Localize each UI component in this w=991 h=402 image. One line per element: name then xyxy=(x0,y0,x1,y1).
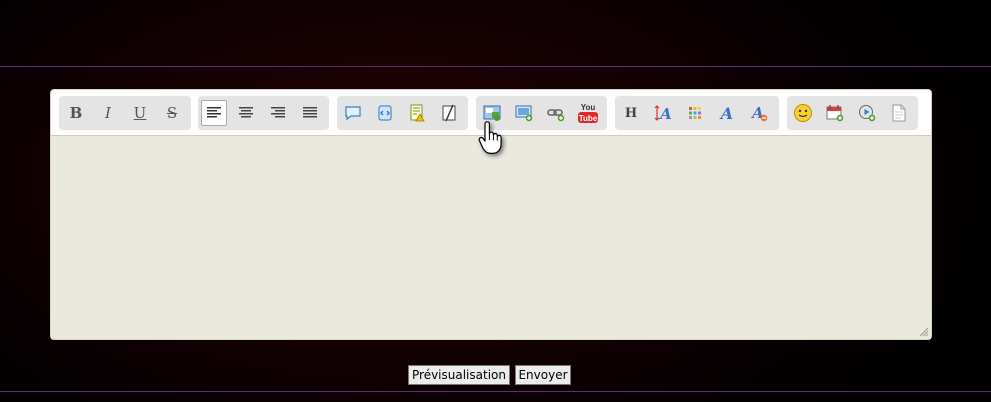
source-mode-button[interactable] xyxy=(886,100,912,126)
youtube-icon: You Tube xyxy=(578,103,598,123)
quote-button[interactable] xyxy=(340,100,366,126)
insert-media-button[interactable] xyxy=(854,100,880,126)
toolbar-group-blocks xyxy=(337,96,468,130)
image-icon xyxy=(483,105,501,121)
warning-note-icon xyxy=(410,104,425,122)
underline-icon: U xyxy=(133,104,147,122)
editor-toolbar: B I U S You Tube H A A A xyxy=(51,90,931,136)
code-scroll-icon xyxy=(378,105,392,121)
spoiler-button[interactable] xyxy=(404,100,430,126)
align-center-button[interactable] xyxy=(233,100,259,126)
send-button[interactable]: Envoyer xyxy=(515,365,571,385)
font-size-button[interactable]: A xyxy=(650,100,676,126)
preview-button[interactable]: Prévisualisation xyxy=(408,365,510,385)
insert-date-button[interactable] xyxy=(822,100,848,126)
host-image-button[interactable] xyxy=(511,100,537,126)
code-button[interactable] xyxy=(372,100,398,126)
color-palette-icon xyxy=(689,107,701,119)
align-left-button[interactable] xyxy=(201,100,227,126)
toolbar-group-misc xyxy=(787,96,918,130)
resize-grip-icon[interactable] xyxy=(919,327,929,337)
align-right-icon xyxy=(271,107,285,118)
insert-link-button[interactable] xyxy=(543,100,569,126)
message-textarea[interactable] xyxy=(51,136,931,339)
smiley-icon xyxy=(794,104,812,122)
hidden-page-icon xyxy=(442,104,456,122)
svg-text:A: A xyxy=(719,104,733,122)
italic-button[interactable]: I xyxy=(95,100,121,126)
toolbar-group-format: B I U S xyxy=(59,96,191,130)
document-icon xyxy=(892,104,906,122)
heading-icon: H xyxy=(624,105,638,121)
bold-button[interactable]: B xyxy=(63,100,89,126)
chain-link-icon xyxy=(547,109,565,122)
calendar-add-icon xyxy=(826,105,844,122)
font-color-button[interactable] xyxy=(682,100,708,126)
media-add-icon xyxy=(859,105,876,122)
strikethrough-button[interactable]: S xyxy=(159,100,185,126)
remove-format-button[interactable]: A xyxy=(746,100,772,126)
youtube-logo-you: You xyxy=(581,103,596,112)
youtube-logo-tube: Tube xyxy=(579,114,598,123)
svg-text:A: A xyxy=(658,105,672,122)
bold-icon: B xyxy=(69,104,83,122)
align-justify-icon xyxy=(303,107,317,118)
italic-icon: I xyxy=(105,104,111,122)
underline-button[interactable]: U xyxy=(127,100,153,126)
font-face-icon: A xyxy=(719,104,733,122)
remove-font-icon: A xyxy=(750,104,768,122)
align-justify-button[interactable] xyxy=(297,100,323,126)
align-right-button[interactable] xyxy=(265,100,291,126)
rich-text-editor: B I U S You Tube H A A A xyxy=(50,89,932,340)
toolbar-group-align xyxy=(198,96,329,130)
speech-bubble-icon xyxy=(345,106,361,121)
divider-bottom xyxy=(0,391,991,392)
font-face-button[interactable]: A xyxy=(714,100,740,126)
align-left-icon xyxy=(207,107,221,118)
align-center-icon xyxy=(239,107,253,118)
toolbar-group-media: You Tube xyxy=(476,96,607,130)
youtube-button[interactable]: You Tube xyxy=(575,100,601,126)
insert-image-button[interactable] xyxy=(479,100,505,126)
smileys-button[interactable] xyxy=(790,100,816,126)
heading-button[interactable]: H xyxy=(618,100,644,126)
toolbar-group-fonts: H A A A xyxy=(615,96,779,130)
hide-button[interactable] xyxy=(436,100,462,126)
font-size-icon: A xyxy=(654,105,672,122)
strikethrough-icon: S xyxy=(166,104,178,122)
screen-add-icon xyxy=(515,105,533,122)
divider-top xyxy=(0,66,991,67)
